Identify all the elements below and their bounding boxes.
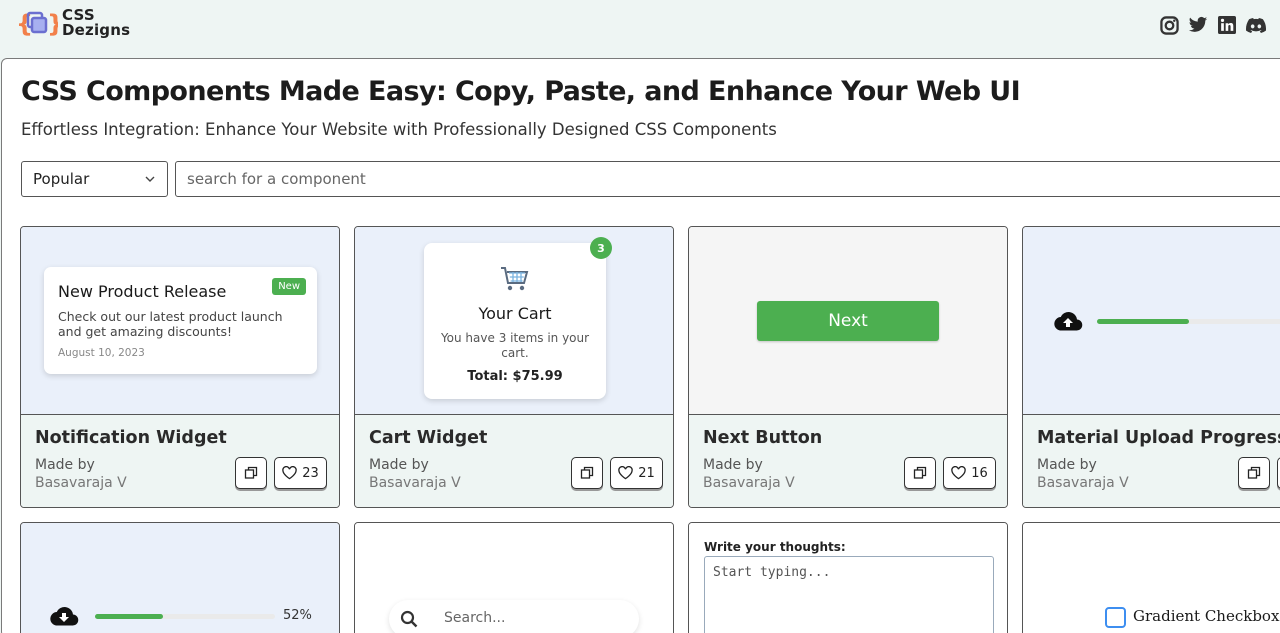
brand-line2: Dezigns	[62, 21, 131, 39]
component-card-textarea[interactable]: Write your thoughts: Start typing...	[688, 522, 1008, 633]
card-author[interactable]: Basavaraja V	[369, 474, 461, 492]
notification-date: August 10, 2023	[58, 347, 145, 359]
upload-progress-fill	[95, 614, 164, 619]
shopping-cart-icon	[501, 267, 529, 291]
card-made-by: Made by	[369, 457, 429, 473]
twitter-icon[interactable]	[1188, 15, 1208, 35]
instagram-icon[interactable]	[1159, 15, 1179, 35]
textarea-placeholder: Start typing...	[713, 565, 831, 580]
card-preview: 52%	[21, 523, 339, 633]
page-title: CSS Components Made Easy: Copy, Paste, a…	[21, 76, 1021, 107]
copy-icon	[244, 466, 258, 479]
like-button[interactable]: 21	[610, 457, 663, 489]
gradient-checkbox-label: Gradient Checkbox	[1133, 607, 1280, 625]
copy-button[interactable]	[235, 457, 267, 489]
card-preview: Next	[689, 227, 1007, 415]
card-made-by: Made by	[703, 457, 763, 473]
main-panel: CSS Components Made Easy: Copy, Paste, a…	[1, 58, 1280, 633]
card-title: Material Upload Progress	[1037, 428, 1280, 448]
cloud-upload-icon	[50, 606, 79, 626]
like-button[interactable]: 16	[943, 457, 996, 489]
card-author[interactable]: Basavaraja V	[35, 474, 127, 492]
page-subtitle: Effortless Integration: Enhance Your Web…	[21, 120, 777, 139]
like-count: 16	[971, 465, 988, 481]
upload-progress-track	[95, 614, 275, 619]
search-icon	[400, 610, 418, 628]
heart-icon	[951, 466, 966, 480]
social-links	[1159, 15, 1266, 35]
card-preview: Write your thoughts: Start typing...	[689, 523, 1007, 633]
linkedin-icon[interactable]	[1217, 15, 1237, 35]
search-bar-preview[interactable]: Search...	[389, 600, 639, 633]
upload-progress-track	[1097, 319, 1280, 324]
next-button-preview[interactable]: Next	[757, 301, 939, 341]
thoughts-textarea[interactable]: Start typing...	[704, 556, 994, 633]
card-preview: New Product Release New Check out our la…	[21, 227, 339, 415]
notification-widget-preview: New Product Release New Check out our la…	[44, 267, 317, 374]
like-count: 21	[638, 465, 655, 481]
notification-title: New Product Release	[58, 282, 227, 301]
card-made-by: Made by	[1037, 457, 1097, 473]
search-placeholder: search for a component	[187, 170, 366, 188]
card-title: Next Button	[703, 428, 823, 448]
component-card-next-button[interactable]: Next Next Button Made by Basavaraja V 16	[688, 226, 1008, 508]
card-title: Cart Widget	[369, 428, 488, 448]
component-card-gradient-checkbox[interactable]: Gradient Checkbox	[1022, 522, 1280, 633]
cart-count-badge: 3	[590, 237, 612, 259]
copy-icon	[1247, 466, 1261, 479]
like-count: 23	[302, 465, 319, 481]
copy-icon	[913, 466, 927, 479]
component-card-upload-progress[interactable]: 52%	[20, 522, 340, 633]
notification-message: Check out our latest product launch and …	[58, 309, 283, 339]
component-card-cart-widget[interactable]: 3 Your Cart You have 3 items in your car…	[354, 226, 674, 508]
card-author[interactable]: Basavaraja V	[703, 474, 795, 492]
sort-select-value: Popular	[33, 170, 90, 188]
cloud-upload-icon	[1054, 311, 1083, 331]
component-card-search-bar[interactable]: Search...	[354, 522, 674, 633]
cart-title: Your Cart	[478, 304, 552, 323]
brand-logo[interactable]: { } CSS Dezigns	[16, 8, 130, 39]
card-info: Material Upload Progress Made by Basavar…	[1023, 415, 1280, 507]
card-info: Next Button Made by Basavaraja V 16	[689, 415, 1007, 507]
heart-icon	[618, 466, 633, 480]
svg-text:}: }	[47, 10, 58, 38]
card-made-by: Made by	[35, 457, 95, 473]
copy-button[interactable]	[571, 457, 603, 489]
cart-message: You have 3 items in your cart.	[440, 331, 590, 360]
notification-badge: New	[272, 278, 306, 295]
card-info: Cart Widget Made by Basavaraja V 21	[355, 415, 673, 507]
brand-name: CSS Dezigns	[62, 8, 130, 38]
top-bar: { } CSS Dezigns	[0, 0, 1280, 58]
copy-icon	[580, 466, 594, 479]
component-card-notification-widget[interactable]: New Product Release New Check out our la…	[20, 226, 340, 508]
gradient-checkbox[interactable]	[1105, 607, 1126, 628]
upload-progress-fill	[1097, 319, 1189, 324]
component-card-material-upload-progress[interactable]: Material Upload Progress Made by Basavar…	[1022, 226, 1280, 508]
sort-select[interactable]: Popular	[21, 161, 168, 197]
card-title: Notification Widget	[35, 428, 227, 448]
chevron-down-icon	[145, 176, 155, 182]
cart-total: Total: $75.99	[467, 369, 563, 384]
card-preview: Search...	[355, 523, 673, 633]
discord-icon[interactable]	[1246, 15, 1266, 35]
cart-widget-preview: 3 Your Cart You have 3 items in your car…	[424, 237, 612, 399]
heart-icon	[282, 466, 297, 480]
textarea-label: Write your thoughts:	[704, 540, 846, 554]
component-search-input[interactable]: search for a component	[175, 161, 1280, 197]
like-button[interactable]: 23	[274, 457, 327, 489]
copy-button[interactable]	[904, 457, 936, 489]
card-preview	[1023, 227, 1280, 415]
logo-mark-icon: { }	[16, 8, 64, 38]
card-preview: Gradient Checkbox	[1023, 523, 1280, 633]
search-bar-placeholder: Search...	[444, 610, 506, 626]
card-author[interactable]: Basavaraja V	[1037, 474, 1129, 492]
copy-button[interactable]	[1238, 457, 1270, 489]
card-preview: 3 Your Cart You have 3 items in your car…	[355, 227, 673, 415]
upload-percent: 52%	[283, 608, 312, 623]
card-info: Notification Widget Made by Basavaraja V…	[21, 415, 339, 507]
